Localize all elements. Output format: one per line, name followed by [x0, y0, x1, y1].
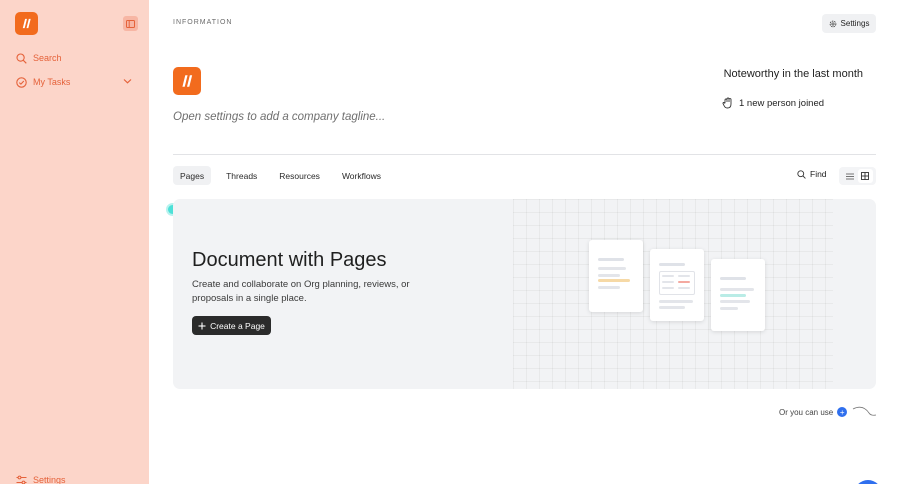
sliders-icon [16, 475, 27, 484]
chevron-down-icon[interactable] [123, 77, 132, 85]
view-toggle [839, 167, 876, 185]
create-page-label: Create a Page [210, 320, 265, 331]
sidebar-item-settings[interactable]: Settings [16, 472, 66, 484]
workspace-logo-icon [22, 18, 31, 29]
workspace-logo[interactable] [15, 12, 38, 35]
tab-workflows[interactable]: Workflows [335, 166, 388, 185]
help-fab-button[interactable] [854, 480, 882, 484]
section-label: INFORMATION [173, 19, 233, 26]
gear-icon [829, 20, 836, 27]
sidebar-item-search[interactable]: Search [16, 50, 62, 66]
empty-state-description: Create and collaborate on Org planning, … [192, 279, 410, 304]
settings-button[interactable]: Settings [822, 14, 876, 33]
main-content: INFORMATION Settings Open settings to ad… [149, 0, 900, 484]
alternative-hint-label: Or you can use [779, 407, 834, 417]
grid-view-button[interactable] [857, 169, 873, 183]
list-icon [845, 173, 854, 179]
search-icon [16, 52, 27, 64]
wave-hand-icon [722, 97, 732, 109]
noteworthy-item-text: 1 new person joined [739, 97, 825, 109]
noteworthy-item: 1 new person joined [722, 97, 824, 109]
sidebar-collapse-button[interactable] [123, 16, 138, 31]
doc-illustration-card [650, 249, 704, 321]
sidebar-item-label: Search [33, 53, 62, 63]
find-button-label: Find [810, 169, 827, 179]
doc-illustration-card [589, 240, 643, 312]
content-tabs: Pages Threads Resources Workflows [173, 166, 396, 185]
search-icon [797, 169, 806, 179]
tab-pages[interactable]: Pages [173, 166, 212, 185]
tab-threads[interactable]: Threads [219, 166, 264, 185]
company-logo[interactable] [173, 67, 201, 95]
list-view-button[interactable] [842, 169, 857, 183]
sidebar-item-label: Settings [33, 475, 66, 484]
settings-button-label: Settings [840, 19, 870, 28]
empty-state-title: Document with Pages [192, 249, 387, 271]
find-button[interactable]: Find [797, 169, 827, 179]
create-page-button[interactable]: Create a Page [192, 316, 271, 335]
doc-illustration-card [711, 259, 765, 331]
plus-circle-icon[interactable]: + [837, 407, 848, 417]
alternative-hint: Or you can use + [779, 406, 877, 418]
company-logo-icon [182, 75, 193, 87]
divider [173, 154, 876, 155]
noteworthy-title: Noteworthy in the last month [723, 68, 863, 80]
sidebar: Search My Tasks Settings [0, 0, 149, 484]
curved-arrow-icon [853, 406, 877, 416]
company-tagline-placeholder[interactable]: Open settings to add a company tagline..… [173, 111, 385, 123]
tab-resources[interactable]: Resources [272, 166, 327, 185]
grid-icon [861, 172, 870, 180]
sidebar-item-my-tasks[interactable]: My Tasks [16, 74, 70, 90]
sidebar-item-label: My Tasks [33, 77, 71, 87]
pages-empty-state: Document with Pages Create and collabora… [173, 199, 876, 389]
panel-icon [126, 19, 135, 28]
check-circle-icon [16, 76, 27, 88]
plus-icon [198, 322, 206, 329]
